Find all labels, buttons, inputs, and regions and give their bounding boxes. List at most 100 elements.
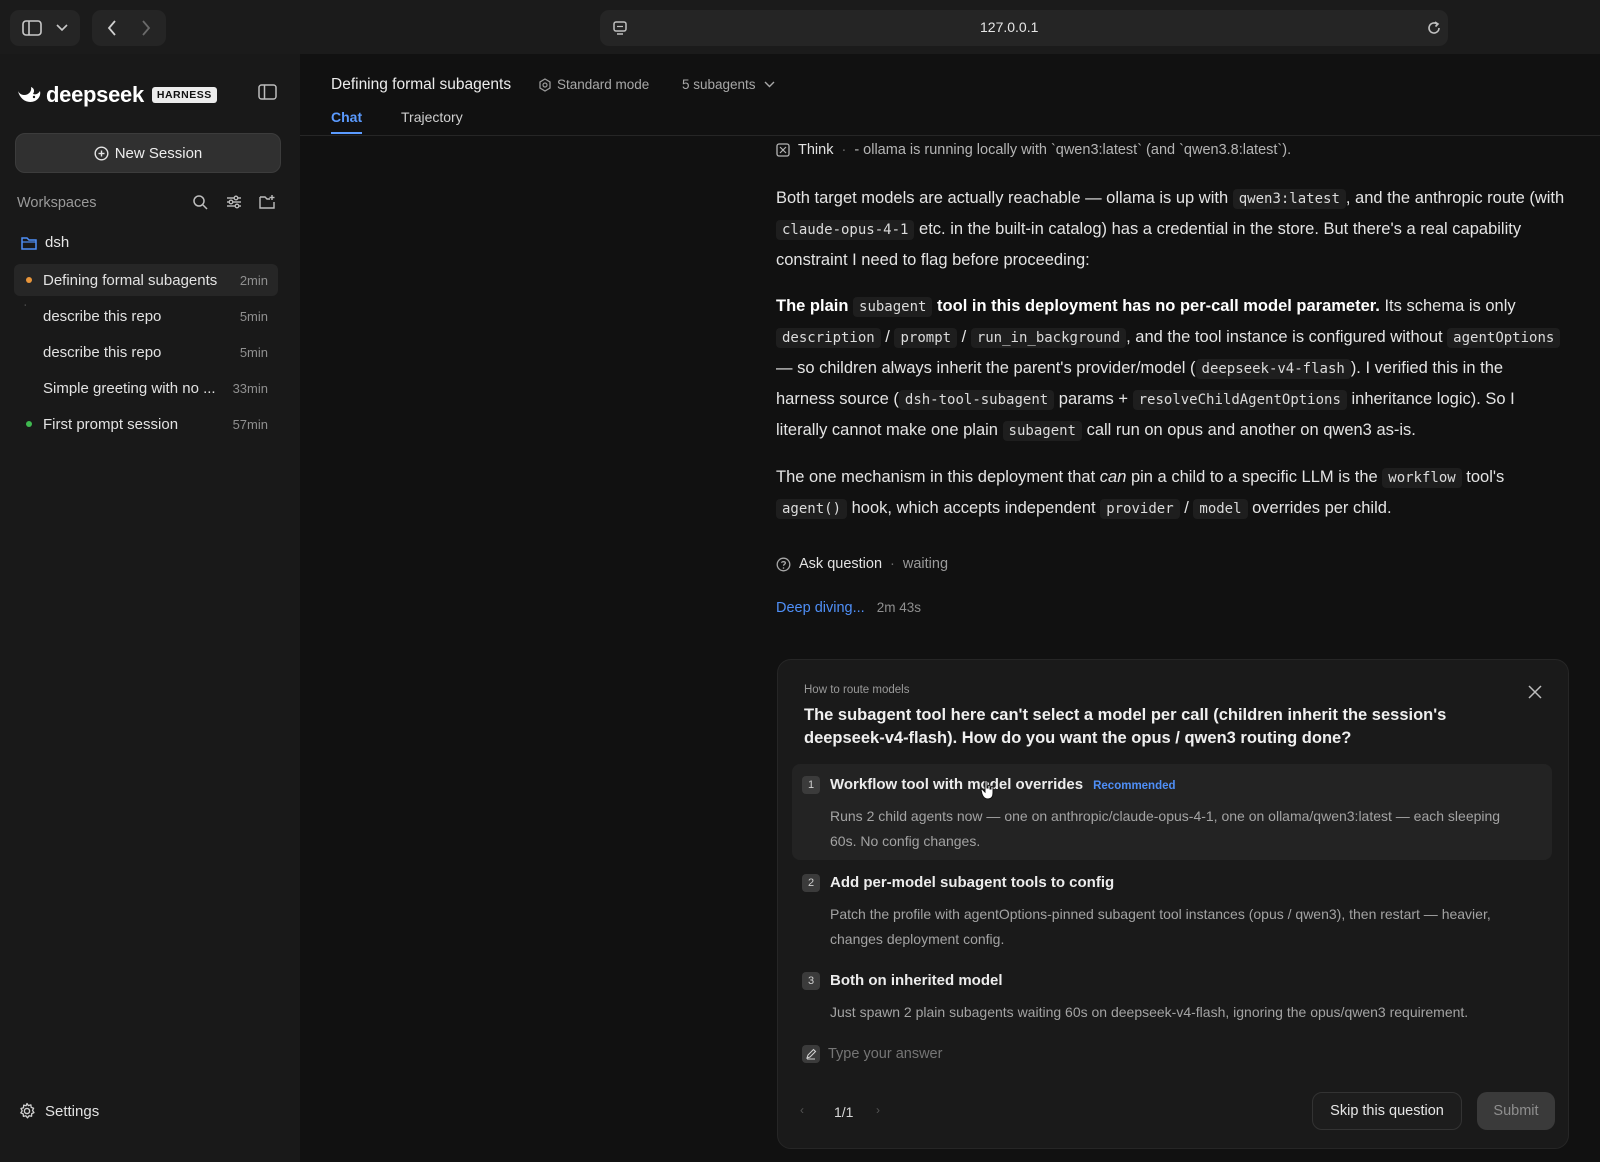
mode-label: Standard mode — [557, 77, 650, 92]
inline-code: workflow — [1382, 468, 1462, 488]
session-title: describe this repo — [43, 307, 162, 325]
new-folder-icon[interactable] — [259, 194, 276, 215]
gear-icon — [20, 1102, 35, 1119]
reload-icon[interactable] — [1422, 12, 1446, 44]
inline-code: subagent — [1002, 421, 1082, 441]
message-paragraph: The one mechanism in this deployment tha… — [776, 462, 1566, 524]
edit-icon — [802, 1045, 820, 1063]
brand-logo: deepseek HARNESS — [16, 82, 217, 108]
question-eyebrow: How to route models — [804, 684, 910, 696]
progress-indicator: Deep diving... 2m 43s — [776, 600, 921, 616]
option-number: 2 — [802, 874, 820, 892]
question-circle-icon — [776, 557, 791, 571]
inline-code: model — [1193, 499, 1248, 519]
forward-icon[interactable] — [134, 12, 158, 44]
next-page-icon[interactable]: › — [876, 1103, 880, 1117]
session-title: First prompt session — [43, 415, 179, 433]
bold-text: tool in this deployment has no per-call … — [932, 297, 1380, 315]
question-card: How to route models The subagent tool he… — [777, 659, 1569, 1149]
option-number: 3 — [802, 972, 820, 990]
bold-text: The plain — [776, 297, 854, 315]
session-time: 5min — [239, 344, 268, 360]
submit-button[interactable]: Submit — [1477, 1092, 1555, 1130]
subagents-dropdown[interactable]: 5 subagents — [682, 77, 775, 92]
idle-mark-icon: ˙ — [24, 304, 28, 315]
tab-trajectory-label: Trajectory — [401, 109, 463, 125]
option-title: Workflow tool with model overrides Recomm… — [830, 776, 1176, 793]
session-header: Defining formal subagents Standard mode … — [300, 54, 1600, 136]
browser-sidebar-icon[interactable] — [18, 12, 46, 44]
session-item[interactable]: Simple greeting with no ... 33min — [14, 372, 278, 404]
prev-page-icon[interactable]: ‹ — [800, 1103, 804, 1117]
mode-selector[interactable]: Standard mode — [538, 77, 649, 92]
inline-code: provider — [1100, 499, 1180, 519]
message-paragraph: Both target models are actually reachabl… — [776, 183, 1566, 275]
chevron-down-icon — [764, 81, 775, 88]
settings-button[interactable]: Settings — [18, 1102, 99, 1120]
sidebar-toggle-group — [10, 10, 80, 46]
tab-chat[interactable]: Chat — [331, 109, 363, 134]
progress-label: Deep diving... — [776, 600, 865, 616]
active-tab-indicator — [331, 132, 362, 134]
skip-question-button[interactable]: Skip this question — [1312, 1092, 1462, 1130]
ask-question-status[interactable]: Ask question · waiting — [776, 556, 948, 572]
option-title-text: Workflow tool with model overrides — [830, 776, 1084, 793]
italic-text: can — [1099, 468, 1127, 486]
search-icon[interactable] — [192, 194, 208, 215]
ask-separator: · — [890, 556, 895, 572]
running-dot — [26, 277, 32, 283]
answer-input[interactable] — [828, 1042, 1528, 1066]
inline-code: dsh-tool-subagent — [898, 390, 1055, 410]
filter-icon[interactable] — [226, 194, 242, 215]
text: Its schema is only — [1379, 297, 1516, 315]
text: params + — [1054, 390, 1133, 408]
close-icon[interactable] — [1527, 684, 1545, 702]
text: , and the anthropic route (with — [1345, 189, 1565, 207]
chevron-down-icon[interactable] — [52, 12, 72, 44]
text: The one mechanism in this deployment tha… — [776, 468, 1100, 486]
subagents-label: 5 subagents — [682, 77, 756, 92]
option-description: Patch the profile with agentOptions-pinn… — [830, 906, 1491, 947]
option-item[interactable]: 3 Both on inherited model Just spawn 2 p… — [792, 960, 1552, 1030]
whale-logo-icon — [18, 87, 41, 102]
main-panel: Defining formal subagents Standard mode … — [300, 54, 1600, 1162]
text: / — [880, 328, 895, 346]
tab-trajectory[interactable]: Trajectory — [401, 109, 463, 125]
option-item[interactable]: 1 Workflow tool with model overrides Reco… — [792, 764, 1552, 860]
session-item[interactable]: First prompt session 57min — [14, 408, 278, 440]
settings-label: Settings — [45, 1102, 100, 1120]
text: Both target models are actually reachabl… — [776, 189, 1233, 207]
message-paragraph: The plain subagent tool in this deployme… — [776, 291, 1566, 446]
new-session-button[interactable]: New Session — [15, 133, 281, 173]
tab-chat-label: Chat — [331, 109, 363, 125]
recommended-badge: Recommended — [1093, 780, 1176, 792]
session-item[interactable]: describe this repo 5min — [14, 336, 278, 368]
inline-code: description — [776, 328, 881, 348]
think-separator: · — [841, 142, 847, 158]
nav-group — [92, 10, 166, 46]
session-item[interactable]: Defining formal subagents 2min — [14, 264, 278, 296]
back-icon[interactable] — [100, 12, 124, 44]
inline-code: subagent — [853, 297, 933, 317]
think-icon — [776, 143, 790, 157]
option-description: Just spawn 2 plain subagents waiting 60s… — [830, 1004, 1469, 1020]
session-title: Simple greeting with no ... — [43, 379, 216, 397]
option-title: Add per-model subagent tools to config — [830, 874, 1115, 891]
done-dot — [26, 421, 32, 427]
session-time: 5min — [239, 308, 268, 324]
workspace-dsh[interactable]: dsh — [21, 234, 69, 251]
option-item[interactable]: 2 Add per-model subagent tools to config… — [792, 862, 1552, 958]
session-item[interactable]: ˙ describe this repo 5min — [14, 300, 278, 332]
ask-question-label: Ask question — [799, 556, 883, 572]
inline-code: prompt — [894, 328, 958, 348]
think-label: Think — [798, 142, 834, 158]
think-block[interactable]: Think · - ollama is running locally with… — [776, 140, 1566, 160]
ask-status: waiting — [902, 556, 949, 572]
collapse-sidebar-icon[interactable] — [258, 84, 278, 102]
inline-code: deepseek-v4-flash — [1195, 359, 1351, 379]
session-time: 57min — [232, 416, 268, 432]
text: pin a child to a specific LLM is the — [1126, 468, 1383, 486]
page-settings-icon[interactable] — [608, 12, 632, 44]
option-number: 1 — [802, 776, 820, 794]
plus-circle-icon — [94, 145, 109, 161]
